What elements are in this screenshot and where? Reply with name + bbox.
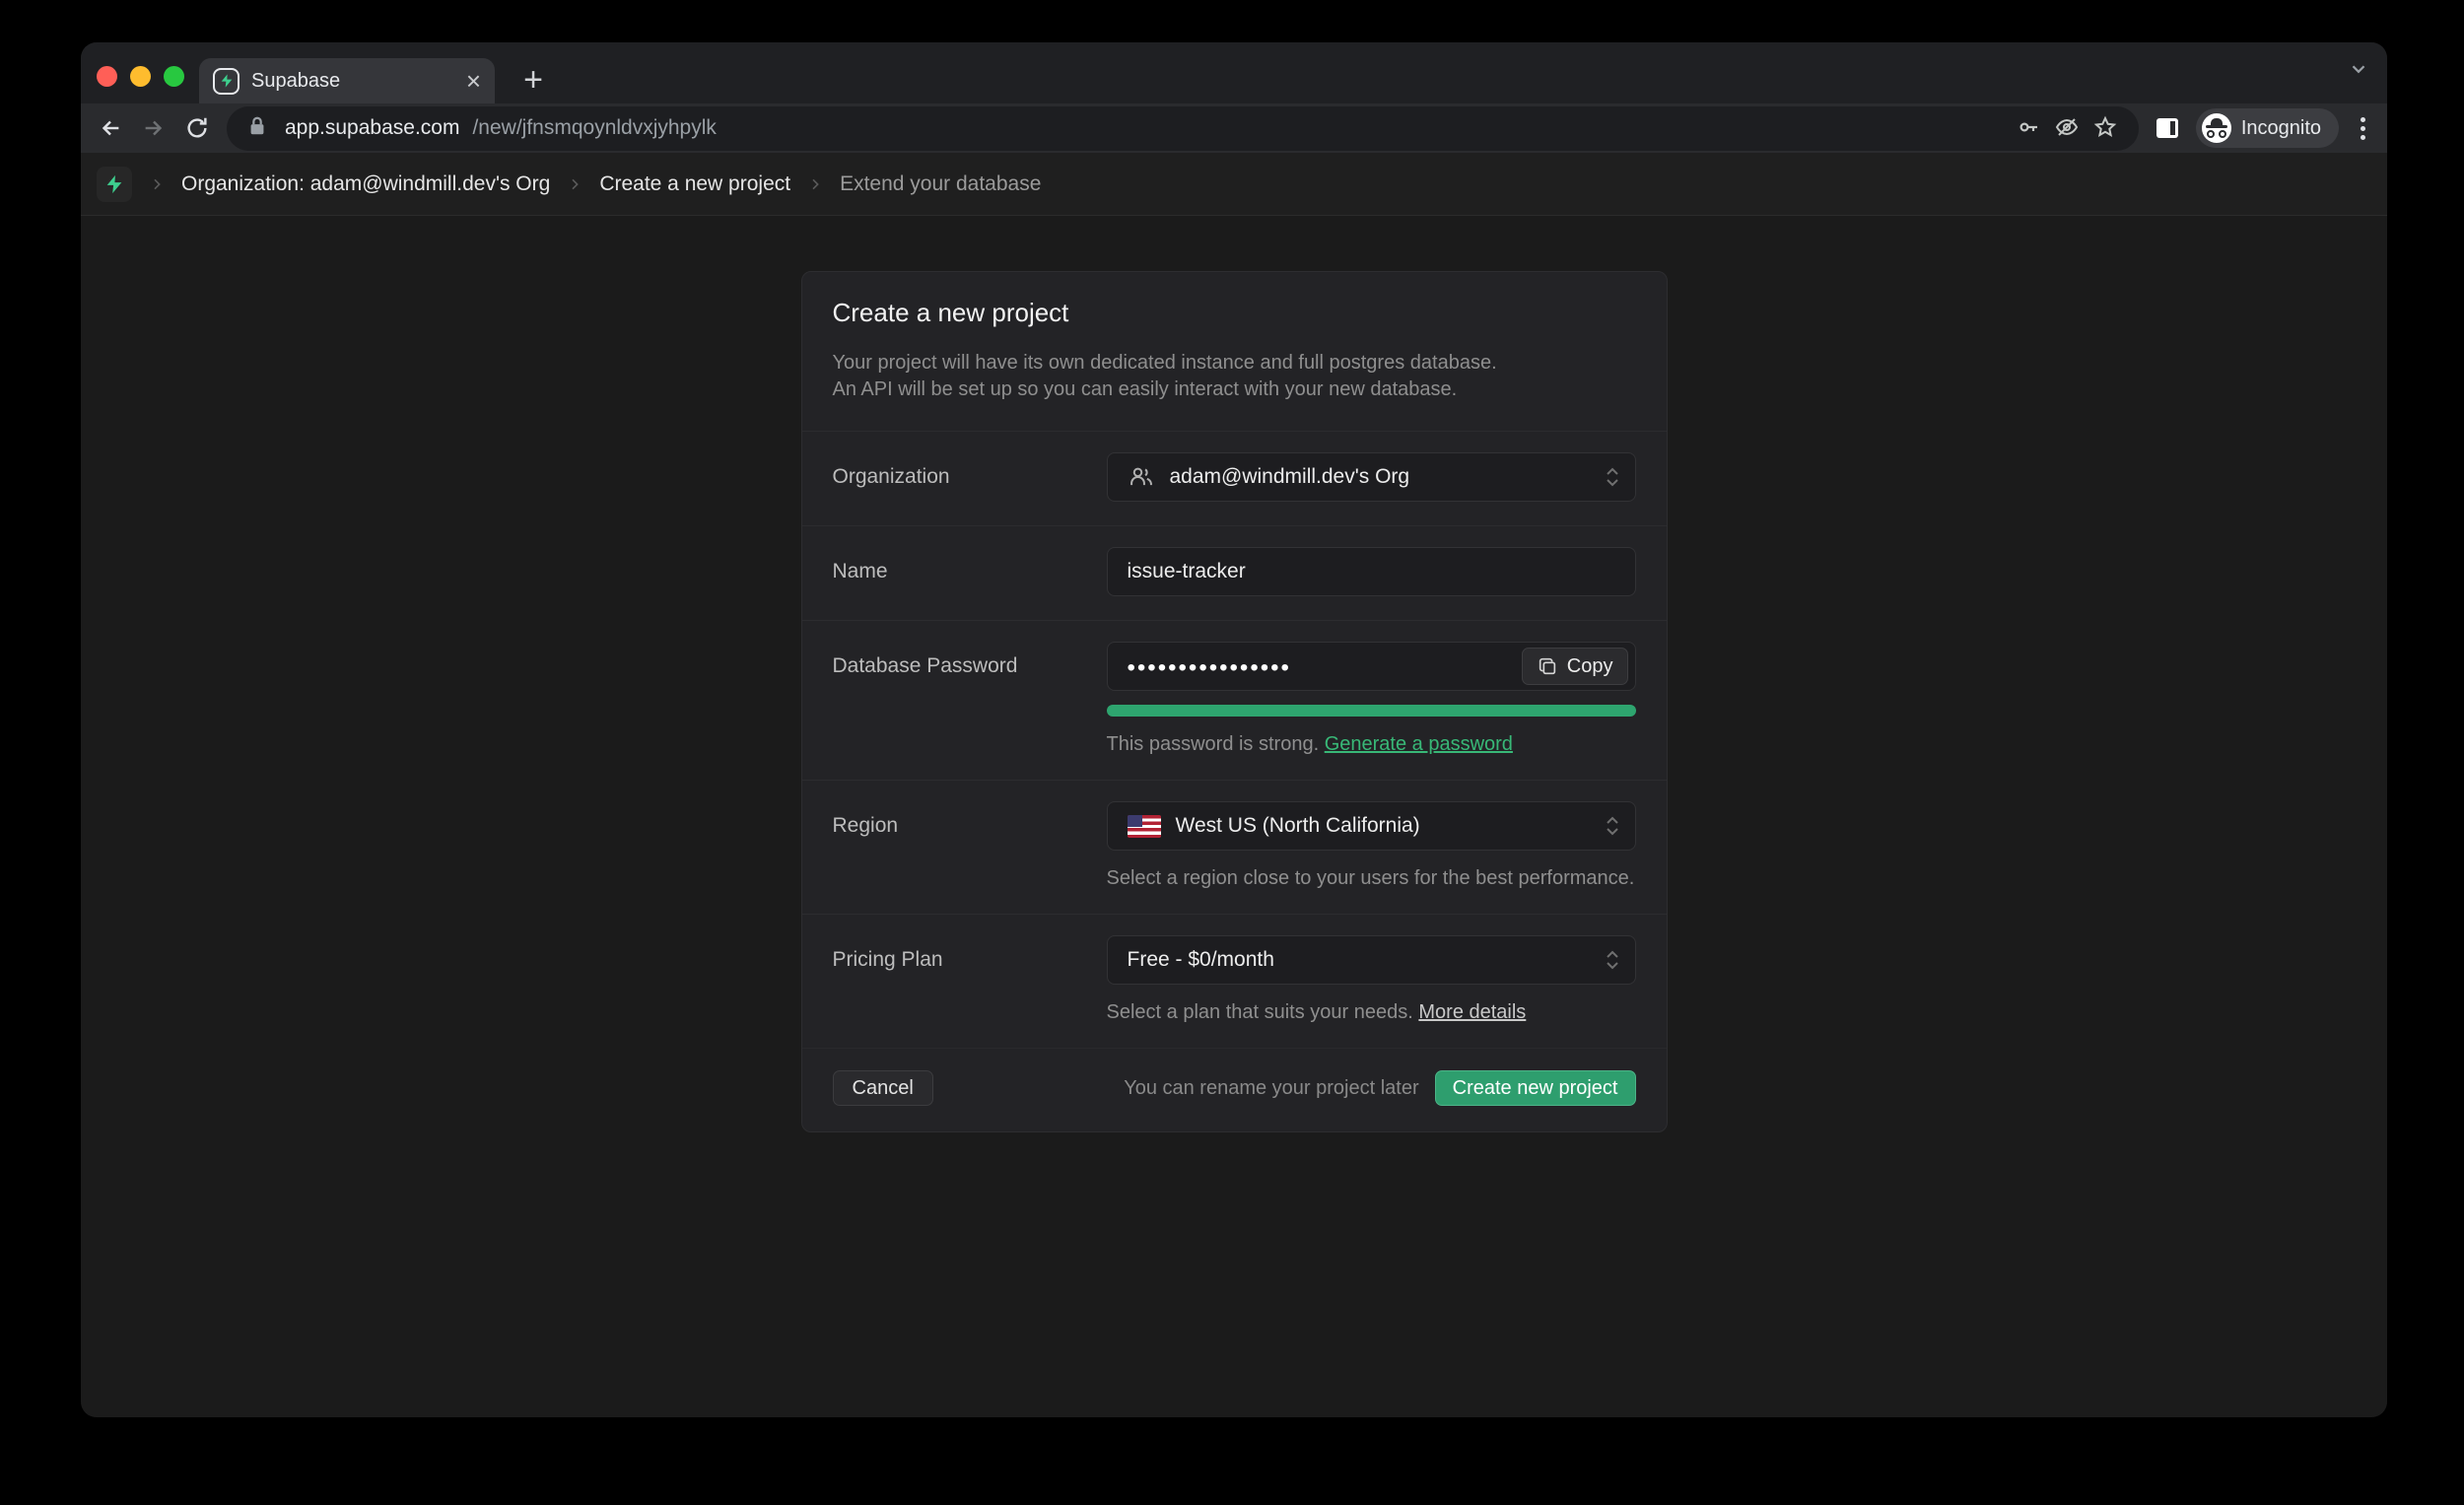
incognito-label: Incognito — [2241, 117, 2321, 140]
description-line-2: An API will be set up so you can easily … — [833, 376, 1636, 403]
create-project-button[interactable]: Create new project — [1435, 1070, 1636, 1106]
breadcrumb-chevron-icon — [807, 176, 823, 192]
project-name-input[interactable]: issue-tracker — [1107, 547, 1636, 596]
close-window-button[interactable] — [97, 66, 117, 87]
region-label: Region — [833, 801, 1107, 890]
select-updown-icon — [1604, 466, 1621, 488]
pricing-helper: Select a plan that suits your needs. Mor… — [1107, 1001, 1636, 1024]
close-tab-icon[interactable]: × — [466, 68, 481, 94]
organization-label: Organization — [833, 452, 1107, 502]
pricing-section: Pricing Plan Free - $0/month Select a pl… — [802, 914, 1667, 1048]
password-strength-bar — [1107, 705, 1636, 717]
reload-icon[interactable] — [183, 114, 211, 142]
supabase-favicon-icon — [213, 68, 240, 95]
window-controls — [97, 66, 184, 87]
url-bar[interactable]: app.supabase.com /new/jfnsmqoynldvxjyhpy… — [227, 106, 2139, 151]
page-title: Create a new project — [833, 298, 1636, 328]
browser-tab[interactable]: Supabase × — [199, 58, 495, 103]
browser-toolbar: app.supabase.com /new/jfnsmqoynldvxjyhpy… — [81, 103, 2387, 153]
pricing-value: Free - $0/month — [1128, 948, 1274, 972]
tab-title: Supabase — [251, 70, 454, 93]
copy-label: Copy — [1567, 655, 1613, 678]
eye-off-icon[interactable] — [2055, 115, 2081, 141]
supabase-app: Organization: adam@windmill.dev's Org Cr… — [81, 153, 2387, 1417]
new-tab-button[interactable]: + — [514, 62, 552, 100]
forward-icon[interactable] — [140, 114, 168, 142]
pricing-select[interactable]: Free - $0/month — [1107, 935, 1636, 985]
organization-select[interactable]: adam@windmill.dev's Org — [1107, 452, 1636, 502]
bookmark-star-icon[interactable] — [2093, 115, 2119, 141]
url-host: app.supabase.com — [285, 116, 459, 140]
lock-icon — [246, 115, 272, 141]
card-header: Create a new project Your project will h… — [802, 272, 1667, 431]
copy-password-button[interactable]: Copy — [1522, 648, 1628, 685]
select-updown-icon — [1604, 949, 1621, 971]
password-section: Database Password •••••••••••••••• Copy … — [802, 620, 1667, 780]
pricing-label: Pricing Plan — [833, 935, 1107, 1024]
region-select[interactable]: West US (North California) — [1107, 801, 1636, 851]
pricing-helper-text: Select a plan that suits your needs. — [1107, 1001, 1413, 1023]
more-details-link[interactable]: More details — [1418, 1001, 1526, 1023]
breadcrumb-chevron-icon — [149, 176, 165, 192]
password-helper: This password is strong. Generate a pass… — [1107, 733, 1636, 756]
tab-search-chevron-icon[interactable] — [2348, 58, 2369, 80]
region-helper: Select a region close to your users for … — [1107, 867, 1636, 890]
url-path: /new/jfnsmqoynldvxjyhpylk — [472, 116, 2003, 140]
us-flag-icon — [1128, 815, 1161, 838]
browser-window: Supabase × + app.supabase.com /new/jfnsm… — [81, 42, 2387, 1417]
password-label: Database Password — [833, 642, 1107, 756]
tab-strip: Supabase × + — [81, 42, 2387, 103]
breadcrumb-chevron-icon — [567, 176, 582, 192]
create-project-card: Create a new project Your project will h… — [801, 271, 1668, 1132]
copy-icon — [1537, 655, 1558, 677]
region-section: Region West US (North California) Select… — [802, 780, 1667, 914]
name-section: Name issue-tracker — [802, 525, 1667, 620]
incognito-spy-icon — [2202, 113, 2231, 143]
password-key-icon[interactable] — [2017, 115, 2042, 141]
breadcrumb-item-extend-database: Extend your database — [840, 172, 1041, 196]
select-updown-icon — [1604, 815, 1621, 837]
back-icon[interactable] — [97, 114, 124, 142]
organization-section: Organization adam@windmill.dev's Org — [802, 431, 1667, 525]
generate-password-link[interactable]: Generate a password — [1325, 733, 1513, 755]
supabase-logo-icon[interactable] — [97, 167, 132, 202]
browser-menu-icon[interactable] — [2355, 117, 2371, 140]
cancel-button[interactable]: Cancel — [833, 1070, 933, 1106]
password-strength-text: This password is strong. — [1107, 733, 1320, 755]
minimize-window-button[interactable] — [130, 66, 151, 87]
card-description: Your project will have its own dedicated… — [833, 350, 1636, 403]
breadcrumb-item-create-project[interactable]: Create a new project — [599, 172, 790, 196]
region-value: West US (North California) — [1176, 814, 1420, 838]
breadcrumb-item-organization[interactable]: Organization: adam@windmill.dev's Org — [181, 172, 550, 196]
card-footer: Cancel You can rename your project later… — [802, 1048, 1667, 1131]
side-panel-icon[interactable] — [2155, 115, 2180, 141]
page-content: Create a new project Your project will h… — [81, 216, 2387, 1417]
description-line-1: Your project will have its own dedicated… — [833, 350, 1636, 376]
zoom-window-button[interactable] — [164, 66, 184, 87]
organization-value: adam@windmill.dev's Org — [1170, 465, 1410, 489]
users-icon — [1128, 463, 1155, 491]
project-name-value: issue-tracker — [1128, 560, 1246, 583]
incognito-badge: Incognito — [2196, 108, 2339, 148]
breadcrumb-bar: Organization: adam@windmill.dev's Org Cr… — [81, 153, 2387, 216]
password-input[interactable]: •••••••••••••••• Copy — [1107, 642, 1636, 691]
rename-note: You can rename your project later — [1124, 1077, 1418, 1100]
name-label: Name — [833, 547, 1107, 596]
